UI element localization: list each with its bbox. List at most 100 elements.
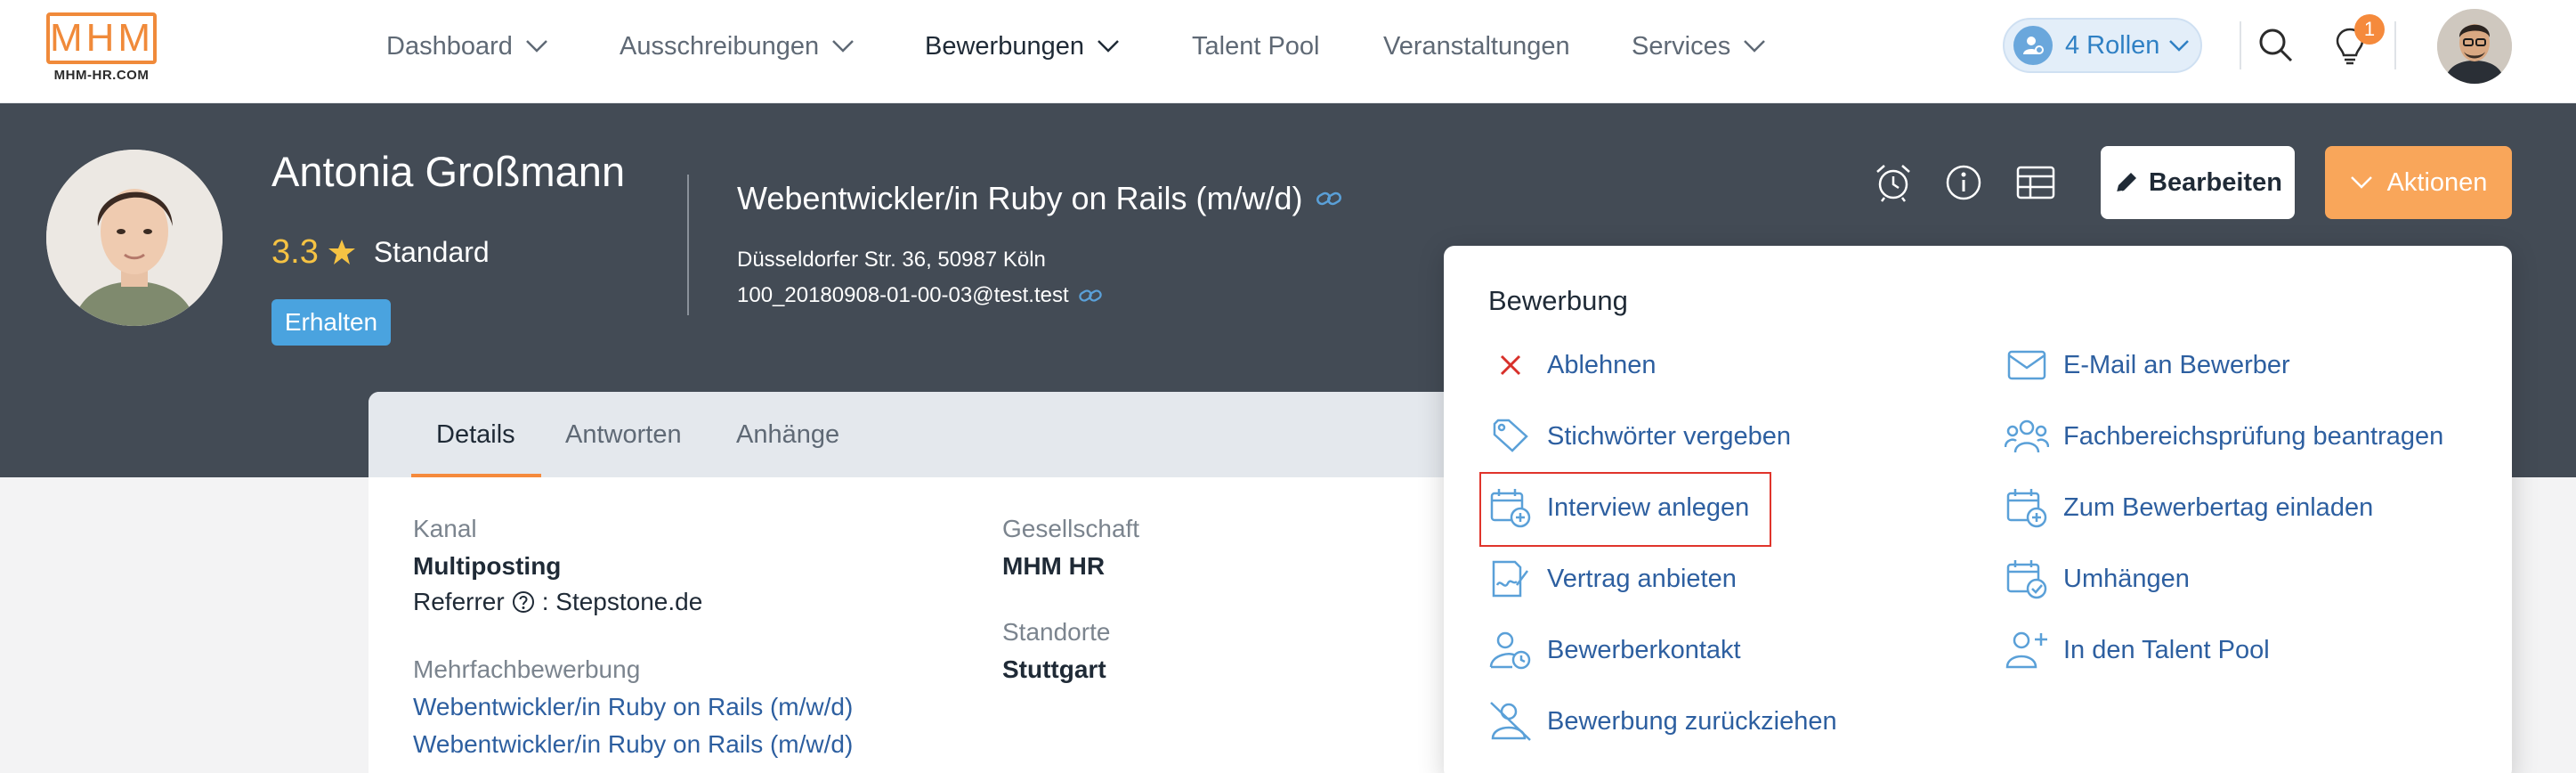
- mhm-logo[interactable]: MHM MHM-HR.COM: [46, 12, 157, 83]
- rating-label: Standard: [373, 235, 490, 268]
- gesellschaft-label: Gesellschaft: [1002, 515, 1140, 542]
- user-gear-icon: [2013, 26, 2053, 65]
- tab-details[interactable]: Details: [436, 392, 515, 477]
- kanal-label: Kanal: [413, 515, 477, 542]
- divider: [2394, 21, 2396, 69]
- menu-item-label: Ablehnen: [1547, 350, 1657, 379]
- calendar-check-icon: [2005, 557, 2049, 601]
- search-icon[interactable]: [2257, 23, 2293, 66]
- user-plus-icon: [2005, 628, 2049, 672]
- gesellschaft-value: MHM HR: [1002, 552, 1106, 580]
- tab-antworten-label: Antworten: [565, 419, 682, 449]
- mehrfach-label: Mehrfachbewerbung: [413, 655, 641, 683]
- referrer-value: : Stepstone.de: [541, 588, 703, 615]
- divider: [2240, 21, 2241, 69]
- tag-icon: [1488, 414, 1533, 459]
- envelope-icon: [2005, 343, 2049, 387]
- job-address: Düsseldorfer Str. 36, 50987 Köln: [737, 248, 1046, 273]
- chevron-down-icon: [832, 40, 854, 53]
- menu-item-bewerbung-zurueckziehen[interactable]: Bewerbung zurückziehen: [1488, 695, 1837, 748]
- logo-subtitle: MHM-HR.COM: [53, 68, 150, 83]
- standorte-value: Stuttgart: [1002, 655, 1106, 683]
- job-title-text: Webentwickler/in Ruby on Rails (m/w/d): [737, 180, 1303, 216]
- tab-antworten[interactable]: Antworten: [565, 392, 682, 477]
- menu-item-vertrag-anbieten[interactable]: Vertrag anbieten: [1488, 552, 1737, 606]
- menu-item-label: Vertrag anbieten: [1547, 564, 1737, 593]
- divider: [687, 175, 689, 315]
- menu-item-talent-pool[interactable]: In den Talent Pool: [2005, 623, 2270, 677]
- nav-bewerbungen[interactable]: Bewerbungen: [925, 25, 1120, 68]
- job-address-text: Düsseldorfer Str. 36, 50987 Köln: [737, 248, 1046, 272]
- tab-details-label: Details: [436, 419, 515, 449]
- nav-bewerbungen-label: Bewerbungen: [925, 31, 1084, 61]
- top-navigation: MHM MHM-HR.COM Dashboard Ausschreibungen…: [0, 0, 2576, 103]
- job-email-text: 100_20180908-01-00-03@test.test: [737, 283, 1069, 307]
- tab-bar: Details Antworten Anhänge: [369, 392, 1490, 477]
- table-icon[interactable]: [2015, 162, 2056, 203]
- menu-item-label: Fachbereichsprüfung beantragen: [2063, 421, 2444, 451]
- menu-item-label: In den Talent Pool: [2063, 635, 2270, 664]
- mehrfach-link[interactable]: Webentwickler/in Ruby on Rails (m/w/d): [413, 693, 853, 721]
- candidate-photo: [46, 150, 223, 326]
- pencil-icon: [2116, 173, 2137, 193]
- calendar-plus-icon: [2005, 485, 2049, 530]
- link-icon[interactable]: [1078, 287, 1103, 305]
- help-icon[interactable]: [512, 590, 535, 614]
- chevron-down-icon: [2350, 176, 2372, 189]
- info-icon[interactable]: [1943, 162, 1984, 203]
- nav-dashboard-label: Dashboard: [386, 31, 513, 61]
- menu-item-label: Bewerberkontakt: [1547, 635, 1741, 664]
- nav-dashboard[interactable]: Dashboard: [386, 25, 548, 68]
- menu-item-umhaengen[interactable]: Umhängen: [2005, 552, 2190, 606]
- nav-veranstaltungen[interactable]: Veranstaltungen: [1383, 25, 1570, 68]
- nav-services[interactable]: Services: [1632, 25, 1766, 68]
- mehrfach-link[interactable]: Webentwickler/in Ruby on Rails (m/w/d): [413, 730, 853, 759]
- menu-item-label: E-Mail an Bewerber: [2063, 350, 2290, 379]
- chevron-down-icon: [1744, 40, 1766, 53]
- x-icon: [1488, 343, 1533, 387]
- tab-anhaenge[interactable]: Anhänge: [736, 392, 839, 477]
- kanal-value: Multiposting: [413, 552, 562, 580]
- referrer-row: Referrer : Stepstone.de: [413, 588, 702, 616]
- roles-label: 4 Rollen: [2065, 30, 2160, 60]
- rating-value: 3.3: [271, 232, 319, 271]
- logo-mark: MHM: [46, 12, 157, 64]
- chevron-down-icon: [2169, 40, 2190, 52]
- menu-item-bewerbertag-einladen[interactable]: Zum Bewerbertag einladen: [2005, 481, 2373, 534]
- edit-button-label: Bearbeiten: [2149, 167, 2282, 197]
- nav-ausschreibungen-label: Ausschreibungen: [620, 31, 820, 61]
- menu-item-email-an-bewerber[interactable]: E-Mail an Bewerber: [2005, 338, 2290, 392]
- status-badge: Erhalten: [271, 299, 391, 346]
- standorte-label: Standorte: [1002, 618, 1111, 646]
- menu-item-bewerberkontakt[interactable]: Bewerberkontakt: [1488, 623, 1741, 677]
- user-clock-icon: [1488, 628, 1533, 672]
- active-tab-indicator: [411, 474, 541, 477]
- nav-veranstaltungen-label: Veranstaltungen: [1383, 31, 1570, 61]
- nav-ausschreibungen[interactable]: Ausschreibungen: [620, 25, 855, 68]
- menu-item-ablehnen[interactable]: Ablehnen: [1488, 338, 1657, 392]
- job-title[interactable]: Webentwickler/in Ruby on Rails (m/w/d): [737, 180, 1342, 217]
- edit-button[interactable]: Bearbeiten: [2101, 146, 2295, 219]
- nav-services-label: Services: [1632, 31, 1731, 61]
- actions-menu: Bewerbung Ablehnen Stichwörter vergeben …: [1444, 246, 2512, 773]
- roles-selector[interactable]: 4 Rollen: [2003, 18, 2202, 73]
- notification-badge: 1: [2354, 14, 2385, 45]
- candidate-rating: 3.3 Standard: [271, 230, 490, 274]
- link-icon[interactable]: [1316, 189, 1342, 208]
- menu-item-label: Stichwörter vergeben: [1547, 421, 1792, 451]
- actions-button[interactable]: Aktionen: [2325, 146, 2512, 219]
- nav-talent-pool[interactable]: Talent Pool: [1192, 25, 1320, 68]
- user-avatar[interactable]: [2437, 9, 2512, 84]
- candidate-name: Antonia Großmann: [271, 148, 626, 195]
- menu-item-label: Bewerbung zurückziehen: [1547, 706, 1837, 736]
- chevron-down-icon: [525, 40, 547, 53]
- alarm-clock-icon[interactable]: [1873, 162, 1914, 203]
- menu-item-stichwoerter[interactable]: Stichwörter vergeben: [1488, 410, 1791, 463]
- job-email[interactable]: 100_20180908-01-00-03@test.test: [737, 283, 1103, 308]
- menu-item-label: Zum Bewerbertag einladen: [2063, 492, 2374, 522]
- details-card: Details Antworten Anhänge Kanal Multipos…: [369, 392, 1490, 773]
- star-icon: [328, 240, 355, 264]
- referrer-label: Referrer: [413, 588, 505, 615]
- menu-item-fachbereichspruefung[interactable]: Fachbereichsprüfung beantragen: [2005, 410, 2443, 463]
- tab-anhaenge-label: Anhänge: [736, 419, 840, 449]
